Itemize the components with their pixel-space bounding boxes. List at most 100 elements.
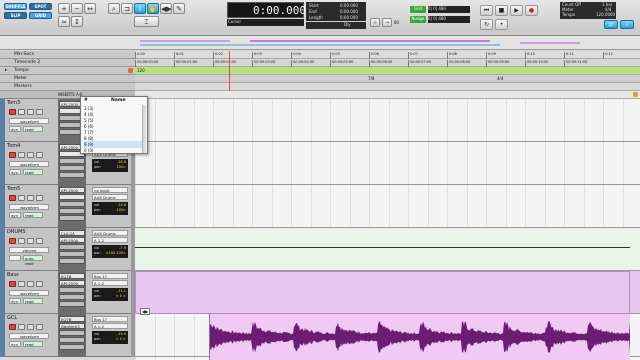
insert-plugin-menu[interactable]: # Name 3 (3) 4 (4) 5 (5) 6 (6) 7 (7) 8 (… <box>80 96 148 154</box>
track-view-selector[interactable]: waveform <box>9 161 49 167</box>
automation-mode-selector[interactable]: read <box>23 212 43 218</box>
play-button[interactable]: ▶ <box>510 5 523 16</box>
automation-mode-selector[interactable]: auto read <box>23 255 43 266</box>
zoom-toggle-button[interactable]: ↔ <box>84 3 96 14</box>
insert-slot-c[interactable] <box>59 330 85 336</box>
orange-handle-icon[interactable] <box>633 92 638 97</box>
solo-button[interactable] <box>27 109 34 115</box>
track-header[interactable]: Bass waveform dyn read EQ7B API-2500 Bus… <box>0 271 135 314</box>
pencil-tool-button[interactable]: ✎ <box>173 3 185 14</box>
output-selector[interactable]: A 1-2 <box>92 280 128 286</box>
stop-button[interactable]: ■ <box>495 5 508 16</box>
midi-merge-button[interactable]: ⇄ <box>604 20 618 29</box>
minsecs-ruler[interactable]: 0:00 0:01 0:02 0:03 0:04 0:05 0:06 0:07 0:08 0:09… <box>135 51 640 59</box>
track-name[interactable]: GCL <box>7 315 47 322</box>
automation-mode-selector[interactable]: read <box>23 341 43 347</box>
insert-slot-b[interactable]: API-550A <box>59 237 85 243</box>
record-button[interactable]: ● <box>525 5 538 16</box>
insert-slot-b[interactable]: API-2500 <box>59 280 85 286</box>
markers-ruler[interactable] <box>135 83 640 91</box>
track-name[interactable]: Tom4 <box>7 143 47 150</box>
insert-slot-e[interactable] <box>59 215 85 221</box>
insert-slot-a[interactable]: EQ7B <box>59 273 85 279</box>
audio-clip[interactable] <box>135 271 630 314</box>
dyn-button[interactable]: dyn <box>9 298 21 304</box>
insert-slot-b[interactable] <box>59 194 85 200</box>
track-lane[interactable] <box>135 185 640 228</box>
tab-to-transient-button[interactable]: → <box>382 18 392 27</box>
track-lane[interactable] <box>135 99 640 142</box>
minsecs-ruler-label[interactable]: Min:Secs <box>0 51 135 59</box>
expand-icon[interactable]: ▸ <box>5 67 7 74</box>
mute-button[interactable] <box>36 281 43 287</box>
universe-overview[interactable] <box>0 36 640 50</box>
start-value[interactable]: 0:00.000 <box>340 3 358 8</box>
prerecord-button[interactable]: • <box>495 19 508 30</box>
insert-slot-e[interactable] <box>59 258 85 264</box>
track-view-selector[interactable]: waveform <box>9 333 49 339</box>
meter-ruler-label[interactable]: Meter <box>0 75 135 83</box>
tempo-ruler-label[interactable]: ▸ Tempo <box>0 67 135 75</box>
track-header[interactable]: Tom5 waveform dyn read API-2500 no input… <box>0 185 135 228</box>
solo-button[interactable] <box>27 195 34 201</box>
insert-slot-c[interactable] <box>59 201 85 207</box>
record-enable-button[interactable] <box>9 152 16 158</box>
output-selector[interactable]: A 1-2 <box>92 237 128 243</box>
nudge-value[interactable]: 0| 0| 480 <box>428 16 470 23</box>
input-selector[interactable]: Bus 17 <box>92 316 128 322</box>
selector-tool-button[interactable]: I <box>134 3 146 14</box>
timecode-ruler-label[interactable]: Timecode 2 <box>0 59 135 67</box>
output-selector[interactable]: AUX Drums <box>92 194 128 200</box>
insert-slot-c[interactable] <box>59 158 85 164</box>
zoom-in-button[interactable]: + <box>58 3 70 14</box>
scrubber-tool-button[interactable]: ◀▶ <box>160 3 172 14</box>
nudge-toggle[interactable]: Nudge <box>410 16 426 23</box>
grabber-tool-button[interactable]: ✋ <box>147 3 159 14</box>
insert-slot-d[interactable] <box>59 208 85 214</box>
insert-slot-e[interactable] <box>59 344 85 350</box>
input-selector[interactable]: Bus 17 <box>92 273 128 279</box>
track-name[interactable]: DRUMS <box>7 229 47 236</box>
volume-pan-readout[interactable]: vol -19.0 pan < 0 > <box>92 331 128 344</box>
meter-ruler[interactable]: 7/8 4/4 <box>135 75 640 83</box>
insert-slot-c[interactable] <box>59 287 85 293</box>
record-enable-button[interactable] <box>9 109 16 115</box>
link-button[interactable]: ∞ <box>370 18 380 27</box>
insert-slot-a[interactable]: CLA-2A <box>59 230 85 236</box>
track-lane[interactable] <box>135 142 640 185</box>
input-monitor-button[interactable] <box>18 195 25 201</box>
slip-mode-button[interactable]: SLIP <box>4 12 27 19</box>
volume-automation-line[interactable] <box>135 247 630 248</box>
markers-ruler-label[interactable]: Markers <box>0 83 135 91</box>
track-view-selector[interactable]: volume <box>9 247 49 253</box>
mute-button[interactable] <box>36 152 43 158</box>
menu-item[interactable]: 0 (0) <box>84 147 142 154</box>
volume-pan-readout[interactable]: vol -14.8 pan 100> <box>92 202 128 215</box>
spot-mode-button[interactable]: SPOT <box>29 3 52 10</box>
mute-button[interactable] <box>36 238 43 244</box>
solo-button[interactable] <box>27 281 34 287</box>
insert-slot-d[interactable] <box>59 337 85 343</box>
volume-pan-readout[interactable]: vol -7.9 pan <100 100> <box>92 245 128 258</box>
mute-button[interactable] <box>36 109 43 115</box>
insert-slot-c[interactable] <box>59 244 85 250</box>
solo-button[interactable] <box>27 152 34 158</box>
mute-button[interactable] <box>36 324 43 330</box>
insert-slot-d[interactable] <box>59 251 85 257</box>
track-view-selector[interactable]: waveform <box>9 290 49 296</box>
track-header[interactable]: GCL waveform dyn read EQ7B DbgVerb3 Bus … <box>0 314 135 357</box>
automation-mode-selector[interactable]: read <box>23 126 43 132</box>
clip-handle-icon[interactable]: ◀▶ <box>140 308 151 315</box>
grid-toggle[interactable]: Grid <box>410 6 426 13</box>
input-monitor-button[interactable] <box>18 281 25 287</box>
grid-mode-button[interactable]: GRID <box>29 12 52 19</box>
vertical-zoom-button[interactable]: ↕ <box>71 16 83 27</box>
input-monitor-button[interactable] <box>18 109 25 115</box>
tempo-ruler[interactable]: 120 <box>135 67 640 75</box>
length-value[interactable]: 0:00.000 <box>340 15 358 20</box>
dyn-button[interactable]: dyn <box>9 126 21 132</box>
insert-slot-e[interactable] <box>59 301 85 307</box>
volume-pan-readout[interactable]: vol -18.8 pan 100> <box>92 159 128 172</box>
track-header[interactable]: DRUMS volume auto read CLA-2A API-550A A… <box>0 228 135 271</box>
output-selector[interactable]: A 1-2 <box>92 323 128 329</box>
